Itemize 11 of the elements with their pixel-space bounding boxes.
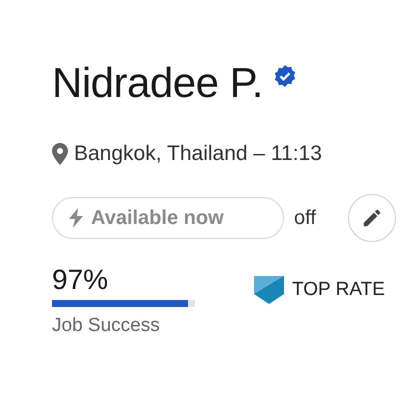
- lightning-icon: [69, 208, 83, 228]
- shield-icon: [254, 276, 284, 304]
- job-success-label: Job Success: [52, 315, 161, 337]
- job-success-percent: 97%: [52, 264, 110, 296]
- profile-name: Nidradee P.: [52, 59, 263, 107]
- location-pin-icon: [52, 143, 68, 165]
- availability-state: off: [294, 206, 316, 230]
- availability-toggle[interactable]: Available now: [52, 197, 284, 239]
- edit-button[interactable]: [348, 194, 396, 242]
- top-rated-label: TOP RATE: [292, 279, 385, 301]
- location-text: Bangkok, Thailand – 11:13: [74, 142, 322, 166]
